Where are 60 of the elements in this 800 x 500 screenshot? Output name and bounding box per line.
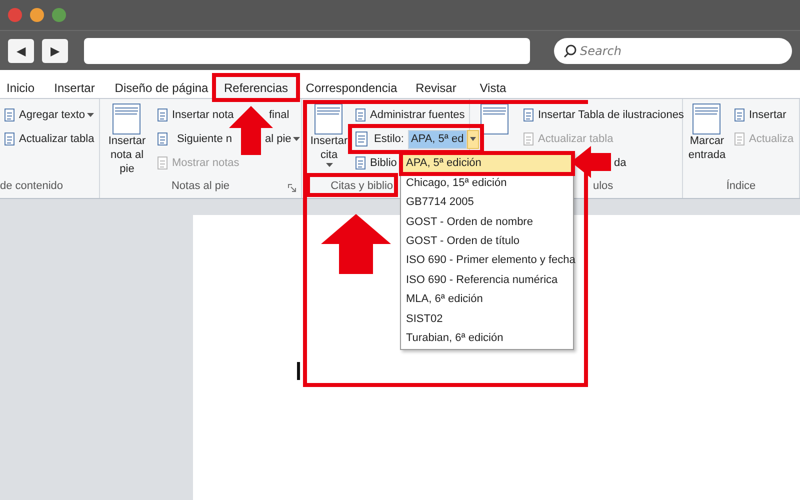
- document-icon: [156, 132, 170, 146]
- back-button[interactable]: ◀: [8, 38, 34, 62]
- menu-item[interactable]: SIST02: [402, 309, 572, 329]
- ribbon-tab[interactable]: Correspondencia: [297, 75, 406, 99]
- document-icon: [313, 103, 345, 135]
- group-label: de contenido: [0, 180, 63, 192]
- style-combobox[interactable]: APA, 5ª ed: [408, 130, 467, 148]
- document-icon: [733, 108, 747, 122]
- ribbon-tab[interactable]: Vista: [466, 75, 520, 99]
- window-control-button[interactable]: [30, 8, 44, 22]
- ribbon-button[interactable]: Insertar nota final: [155, 103, 290, 127]
- ribbon-tab[interactable]: Insertar: [41, 75, 108, 99]
- menu-item[interactable]: GOST - Orden de título: [402, 232, 572, 251]
- menu-item[interactable]: Turabian, 6ª edición: [402, 328, 572, 348]
- document-icon: [522, 108, 536, 122]
- group-label: Notas al pie: [171, 180, 230, 192]
- ribbon-button[interactable]: Agregar texto: [2, 103, 96, 127]
- document-icon: [479, 103, 511, 135]
- ribbon-button[interactable]: Actualizar tabla: [2, 127, 96, 151]
- address-field[interactable]: [84, 38, 530, 64]
- document-icon: [354, 131, 370, 147]
- ribbon-button[interactable]: Insertar: [732, 103, 788, 127]
- ribbon-tab[interactable]: Diseño de página: [108, 75, 215, 99]
- menu-item[interactable]: MLA, 6ª edición: [402, 290, 572, 310]
- menu-item[interactable]: GOST - Orden de nombre: [402, 212, 572, 232]
- ribbon-button[interactable]: Biblio: [353, 151, 398, 175]
- ribbon-button[interactable]: Insertar Tabla de ilustraciones: [521, 103, 685, 127]
- ribbon-button[interactable]: Siguiente n al pie: [155, 127, 302, 151]
- ribbon-button[interactable]: Administrar fuentes: [353, 103, 466, 127]
- menu-item[interactable]: ISO 690 - Referencia numérica: [402, 270, 572, 290]
- document-icon: [522, 132, 536, 146]
- ribbon-button[interactable]: Insertar nota al pie: [102, 103, 152, 176]
- ribbon-tab[interactable]: Inicio: [0, 75, 41, 99]
- document-icon: [354, 156, 368, 170]
- group-label: ulos: [593, 180, 614, 192]
- group-label: Citas y biblio: [330, 180, 393, 192]
- ribbon-button[interactable]: Marcar entrada: [685, 103, 729, 162]
- document-icon: [3, 132, 17, 146]
- pointer-arrow: [321, 214, 391, 274]
- document-icon: [156, 108, 170, 122]
- style-label: Estilo:: [374, 132, 404, 147]
- document-icon: [156, 156, 170, 170]
- forward-button[interactable]: ▶: [42, 38, 68, 62]
- document-icon: [691, 103, 723, 135]
- search-field[interactable]: Search: [554, 38, 792, 64]
- document-icon: [354, 108, 368, 122]
- caret-icon: [470, 137, 476, 141]
- ribbon-button[interactable]: da: [613, 151, 628, 175]
- menu-item[interactable]: GB7714 2005: [402, 192, 572, 212]
- text-cursor: [297, 362, 300, 380]
- window-control-button[interactable]: [52, 8, 66, 22]
- dropdown-button[interactable]: [466, 130, 479, 148]
- menu-item[interactable]: Chicago, 15ª edición: [402, 173, 572, 193]
- document-icon: [733, 132, 747, 146]
- ribbon-button[interactable]: Insertar cita: [308, 103, 350, 166]
- document-icon: [3, 108, 17, 122]
- group-label: Índice: [726, 180, 756, 192]
- search-icon: [563, 44, 577, 58]
- ribbon-tab[interactable]: Revisar: [406, 75, 466, 99]
- document-icon: [111, 103, 143, 135]
